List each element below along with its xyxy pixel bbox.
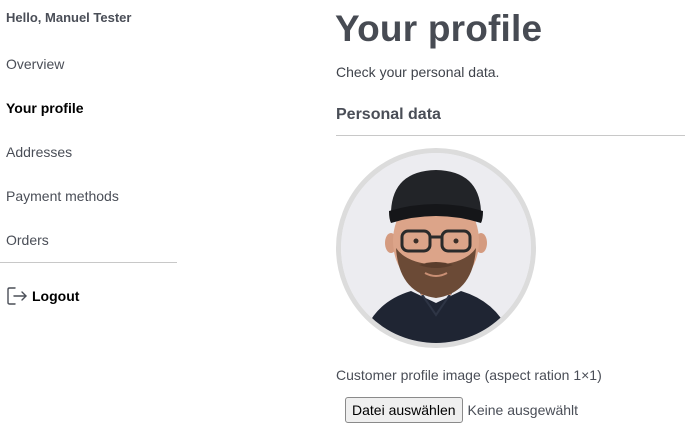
sidebar-item-your-profile[interactable]: Your profile — [6, 100, 84, 116]
page-subtitle: Check your personal data. — [336, 64, 500, 80]
sidebar-item-payment-methods[interactable]: Payment methods — [6, 188, 119, 204]
page-title: Your profile — [335, 8, 543, 49]
choose-file-button[interactable]: Datei auswählen — [345, 397, 463, 423]
profile-image-file-input: Datei auswählen Keine ausgewählt — [345, 397, 578, 423]
file-status-text: Keine ausgewählt — [467, 402, 579, 418]
sidebar-item-overview[interactable]: Overview — [6, 56, 64, 72]
profile-avatar-image — [336, 148, 536, 348]
sidebar-divider — [0, 262, 177, 263]
user-greeting: Hello, Manuel Tester — [6, 10, 132, 25]
sidebar-item-orders[interactable]: Orders — [6, 232, 49, 248]
sidebar-item-addresses[interactable]: Addresses — [6, 144, 72, 160]
account-profile-page: Hello, Manuel Tester Overview Your profi… — [0, 0, 685, 442]
logout-button[interactable]: Logout — [6, 285, 79, 307]
logout-label: Logout — [32, 288, 80, 304]
profile-image-label: Customer profile image (aspect ration 1×… — [336, 367, 602, 383]
section-divider — [336, 135, 685, 136]
section-heading-personal-data: Personal data — [336, 106, 441, 123]
logout-icon — [6, 285, 28, 307]
